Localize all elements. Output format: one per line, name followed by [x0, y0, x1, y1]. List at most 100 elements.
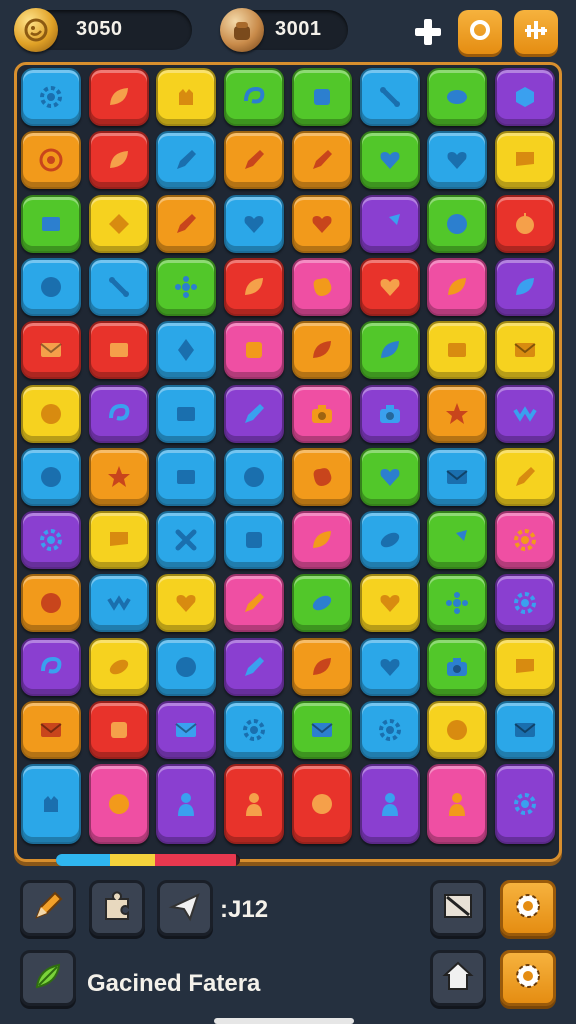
tile-r1-c2[interactable] — [88, 68, 149, 126]
tile-r4-c6[interactable] — [359, 257, 420, 316]
puzzle-tool-button[interactable] — [89, 880, 145, 936]
tile-r10-c4[interactable] — [224, 637, 285, 696]
tile-r7-c7[interactable] — [427, 447, 488, 506]
tile-r2-c3[interactable] — [156, 131, 217, 190]
tile-r1-c7[interactable] — [427, 68, 488, 126]
tile-r2-c8[interactable] — [494, 131, 555, 190]
ring-button[interactable] — [458, 10, 502, 54]
home-button[interactable] — [430, 950, 486, 1006]
tile-r3-c5[interactable] — [291, 194, 352, 253]
tile-r6-c4[interactable] — [224, 384, 285, 443]
tile-r11-c3[interactable] — [156, 701, 217, 759]
tile-r7-c1[interactable] — [21, 447, 81, 506]
tile-r12-c2[interactable] — [88, 764, 149, 845]
tile-r9-c8[interactable] — [494, 574, 555, 633]
tile-r4-c3[interactable] — [156, 257, 217, 316]
tile-r6-c7[interactable] — [427, 384, 488, 443]
tile-r2-c5[interactable] — [291, 131, 352, 190]
tile-r1-c1[interactable] — [21, 68, 81, 126]
tile-r7-c5[interactable] — [291, 447, 352, 506]
tile-r8-c2[interactable] — [88, 511, 149, 570]
tile-r1-c8[interactable] — [494, 68, 555, 126]
tile-r5-c6[interactable] — [359, 321, 420, 380]
tile-r8-c5[interactable] — [291, 511, 352, 570]
tile-r12-c1[interactable] — [21, 764, 81, 845]
tile-r4-c5[interactable] — [291, 257, 352, 316]
tile-r6-c5[interactable] — [291, 384, 352, 443]
tile-r9-c3[interactable] — [156, 574, 217, 633]
leaf-tool-button[interactable] — [20, 950, 76, 1006]
tile-r11-c7[interactable] — [427, 701, 488, 759]
tile-r9-c4[interactable] — [224, 574, 285, 633]
tile-r8-c1[interactable] — [21, 511, 81, 570]
tile-r3-c6[interactable] — [359, 194, 420, 253]
tile-r6-c6[interactable] — [359, 384, 420, 443]
home-indicator[interactable] — [214, 1018, 354, 1024]
tile-r6-c8[interactable] — [494, 384, 555, 443]
tile-r4-c7[interactable] — [427, 257, 488, 316]
tile-r9-c6[interactable] — [359, 574, 420, 633]
tile-r4-c2[interactable] — [88, 257, 149, 316]
tile-r8-c3[interactable] — [156, 511, 217, 570]
tile-r3-c3[interactable] — [156, 194, 217, 253]
tile-r11-c6[interactable] — [359, 701, 420, 759]
tile-r11-c8[interactable] — [494, 701, 555, 759]
tile-r8-c7[interactable] — [427, 511, 488, 570]
tile-r7-c2[interactable] — [88, 447, 149, 506]
sound-button[interactable] — [514, 10, 558, 54]
tile-r10-c1[interactable] — [21, 637, 81, 696]
tile-r9-c5[interactable] — [291, 574, 352, 633]
settings-button-2[interactable] — [500, 950, 556, 1006]
tile-r2-c2[interactable] — [88, 131, 149, 190]
tile-r5-c8[interactable] — [494, 321, 555, 380]
tile-r11-c5[interactable] — [291, 701, 352, 759]
tile-r5-c2[interactable] — [88, 321, 149, 380]
tile-r11-c4[interactable] — [224, 701, 285, 759]
tile-r10-c2[interactable] — [88, 637, 149, 696]
tile-r1-c6[interactable] — [359, 68, 420, 126]
pencil-tool-button[interactable] — [20, 880, 76, 936]
tile-r12-c5[interactable] — [291, 764, 352, 845]
tile-r7-c6[interactable] — [359, 447, 420, 506]
tile-r2-c6[interactable] — [359, 131, 420, 190]
tile-r5-c7[interactable] — [427, 321, 488, 380]
tile-r1-c5[interactable] — [291, 68, 352, 126]
plus-icon[interactable] — [412, 16, 444, 48]
tile-r12-c4[interactable] — [224, 764, 285, 845]
tile-r5-c3[interactable] — [156, 321, 217, 380]
tile-r9-c2[interactable] — [88, 574, 149, 633]
tile-r4-c8[interactable] — [494, 257, 555, 316]
tile-r10-c7[interactable] — [427, 637, 488, 696]
tile-r7-c8[interactable] — [494, 447, 555, 506]
tile-r11-c2[interactable] — [88, 701, 149, 759]
plane-tool-button[interactable] — [157, 880, 213, 936]
tile-r8-c6[interactable] — [359, 511, 420, 570]
tile-r3-c4[interactable] — [224, 194, 285, 253]
tile-r5-c5[interactable] — [291, 321, 352, 380]
tile-r5-c4[interactable] — [224, 321, 285, 380]
tile-r10-c8[interactable] — [494, 637, 555, 696]
tile-r3-c7[interactable] — [427, 194, 488, 253]
tile-r1-c4[interactable] — [224, 68, 285, 126]
tile-r6-c3[interactable] — [156, 384, 217, 443]
tile-r11-c1[interactable] — [21, 701, 81, 759]
tile-r3-c1[interactable] — [21, 194, 81, 253]
tile-r3-c2[interactable] — [88, 194, 149, 253]
tile-r6-c1[interactable] — [21, 384, 81, 443]
tile-r9-c7[interactable] — [427, 574, 488, 633]
tile-r12-c3[interactable] — [156, 764, 217, 845]
tile-r3-c8[interactable] — [494, 194, 555, 253]
tile-r4-c4[interactable] — [224, 257, 285, 316]
tile-r12-c7[interactable] — [427, 764, 488, 845]
tile-r6-c2[interactable] — [88, 384, 149, 443]
map-tool-button[interactable] — [430, 880, 486, 936]
tile-r7-c4[interactable] — [224, 447, 285, 506]
tile-r2-c7[interactable] — [427, 131, 488, 190]
tile-r10-c5[interactable] — [291, 637, 352, 696]
tile-r8-c4[interactable] — [224, 511, 285, 570]
tile-r10-c6[interactable] — [359, 637, 420, 696]
tile-r12-c6[interactable] — [359, 764, 420, 845]
tile-r4-c1[interactable] — [21, 257, 81, 316]
tile-r12-c8[interactable] — [494, 764, 555, 845]
tile-r10-c3[interactable] — [156, 637, 217, 696]
